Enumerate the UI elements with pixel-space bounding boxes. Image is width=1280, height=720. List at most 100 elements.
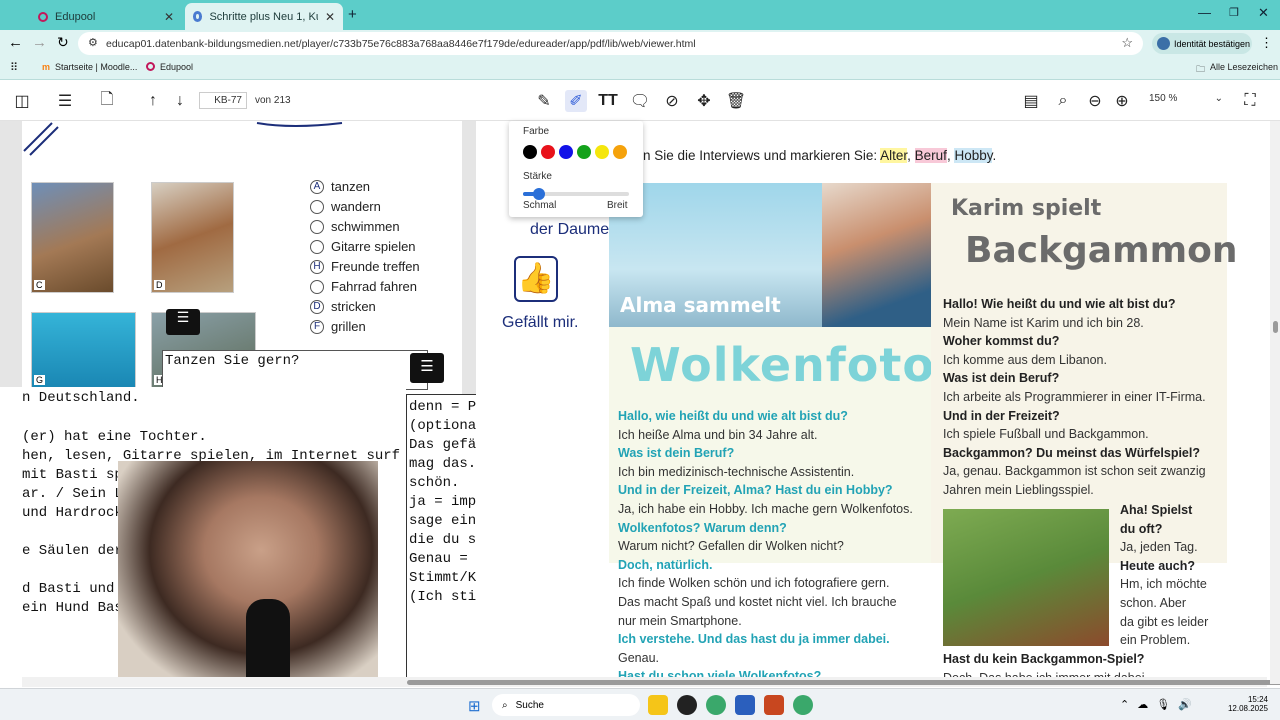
comment-note-icon[interactable]: ☰ [166,309,200,335]
option-stricken[interactable]: Dstricken [310,299,376,314]
chrome-icon[interactable] [706,695,726,715]
answer-circle[interactable] [310,199,324,214]
taskbar-search[interactable]: ⌕ Suche [492,694,640,716]
bookmark-moodle[interactable]: m Startseite | Moodle... [42,62,137,72]
search-icon: ⌕ [502,699,508,711]
hide-annotations-icon[interactable]: ⊘ [661,90,683,112]
new-tab-icon[interactable]: + [348,6,357,23]
chrome-icon-2[interactable] [793,695,813,715]
option-tanzen[interactable]: Atanzen [310,179,370,194]
document-icon[interactable]: 🗋 [96,90,118,112]
strength-slider[interactable] [523,188,629,200]
powerpoint-icon[interactable] [764,695,784,715]
highlight-hobby: Hobby [954,148,993,163]
text-tool-icon[interactable]: TT [597,90,619,112]
reload-icon[interactable]: ↻ [57,34,69,51]
option-label: Freunde treffen [331,259,420,274]
interview-answer: Ja, genau. Backgammon ist schon seit zwa… [943,464,1206,479]
bookmark-star-icon[interactable]: ☆ [1121,35,1133,51]
tab-schritte[interactable]: Schritte plus Neu 1, Kurs- und A ✕ [185,3,343,30]
all-bookmarks[interactable]: 🗀 Alle Lesezeichen [1196,62,1278,78]
interview-answer: Warum nicht? Gefallen dir Wolken nicht? [618,539,844,554]
reading-view-icon[interactable]: ▤ [1020,90,1042,112]
system-tray-icons[interactable]: ⌃☁🎙🔊 [1120,698,1200,711]
apps-icon[interactable]: ⠿ [10,61,18,74]
option-gitarre[interactable]: Gitarre spielen [310,239,416,254]
next-page-icon[interactable]: ↓ [169,90,191,112]
minimize-icon[interactable]: — [1198,5,1211,20]
comment-icon[interactable]: 🗨 [629,90,651,112]
edupool-favicon-icon [38,11,48,22]
back-icon[interactable]: ← [8,34,23,51]
menu-icon[interactable]: ⋮ [1260,35,1273,51]
scroll-thumb[interactable] [1273,321,1278,333]
option-grillen[interactable]: Fgrillen [310,319,366,334]
horizontal-scrollbar[interactable] [22,677,1280,687]
option-label: Fahrrad fahren [331,279,417,294]
answer-circle[interactable] [310,279,324,294]
color-swatch-orange[interactable] [613,145,627,159]
interview-answer: Ja, jeden Tag. [1120,540,1198,555]
answer-circle[interactable]: A [310,179,324,194]
comment-note-icon[interactable]: ☰ [410,353,444,383]
highlighter-icon[interactable]: ✐ [565,90,587,112]
forward-icon[interactable]: → [32,34,47,51]
zoom-out-icon[interactable]: ⊖ [1084,90,1106,112]
scroll-thumb[interactable] [407,680,1280,685]
file-explorer-icon[interactable] [648,695,668,715]
highlight-beruf: Beruf [914,148,947,163]
clock[interactable]: 15:24 12.08.2025 [1222,695,1268,713]
close-icon[interactable]: ✕ [325,10,335,24]
pen-stroke-annotation [23,122,343,156]
color-swatch-black[interactable] [523,145,537,159]
close-icon[interactable]: ✕ [164,10,174,24]
interview-question: Hallo, wie heißt du und wie alt bist du? [618,409,848,423]
start-icon[interactable]: ⊞ [468,697,481,715]
color-swatch-green[interactable] [577,145,591,159]
url-input[interactable]: ⚙ educap01.datenbank-bildungsmedien.net/… [78,32,1143,55]
interview-answer: Ich finde Wolken schön und ich fotografi… [618,576,890,591]
answer-circle[interactable]: F [310,319,324,334]
color-swatch-blue[interactable] [559,145,573,159]
color-swatch-red[interactable] [541,145,555,159]
color-swatch-yellow[interactable] [595,145,609,159]
zoom-select[interactable]: 150 % ⌄ [1141,93,1231,109]
interview-answer: da gibt es leider [1120,614,1209,629]
move-icon[interactable]: ✥ [693,90,715,112]
find-in-document-icon[interactable]: ⌕ [1052,90,1074,112]
bookmark-edupool[interactable]: Edupool [146,62,193,72]
answer-circle[interactable]: D [310,299,324,314]
page-number-input[interactable]: KB-77 [199,92,247,109]
interview-answer: Ja, ich habe ein Hobby. Ich mache gern W… [618,502,913,516]
interview-question: Aha! Spielst [1120,503,1193,517]
fullscreen-icon[interactable]: ⛶ [1239,90,1261,112]
answer-circle[interactable]: H [310,259,324,274]
profile-icon [1157,37,1170,50]
word-icon[interactable] [735,695,755,715]
option-freunde[interactable]: H Freunde treffen [310,259,420,274]
option-schwimmen[interactable]: schwimmen [310,219,400,234]
restore-icon[interactable]: ❐ [1229,6,1239,19]
site-info-icon[interactable]: ⚙ [88,36,98,49]
answer-circle[interactable] [310,219,324,234]
interview-answer: Genau. [618,650,660,665]
outline-icon[interactable]: ☰ [54,90,76,112]
previous-page-icon[interactable]: ↑ [142,90,164,112]
delete-icon[interactable]: 🗑 [725,90,747,112]
bookmarks-bar: ⠿ m Startseite | Moodle... Edupool 🗀 All… [0,57,1280,80]
app-icon[interactable] [677,695,697,715]
zoom-in-icon[interactable]: ⊕ [1111,90,1133,112]
interview-answer: schon. Aber [1120,596,1187,610]
close-window-icon[interactable]: ✕ [1258,5,1269,21]
identity-button[interactable]: Identität bestätigen [1152,33,1252,54]
sidebar-toggle-icon[interactable]: ◫ [11,90,33,112]
pen-icon[interactable]: ✎ [533,90,555,112]
interview-question: Was ist dein Beruf? [943,371,1060,386]
tab-edupool[interactable]: Edupool ✕ [30,3,182,30]
option-fahrrad[interactable]: Fahrrad fahren [310,279,417,294]
vertical-scrollbar[interactable] [1270,121,1280,684]
answer-circle[interactable] [310,239,324,254]
zoom-value: 150 % [1149,93,1178,104]
comment-popup[interactable]: Tanzen Sie gern? [162,350,428,390]
option-wandern[interactable]: wandern [310,199,381,214]
